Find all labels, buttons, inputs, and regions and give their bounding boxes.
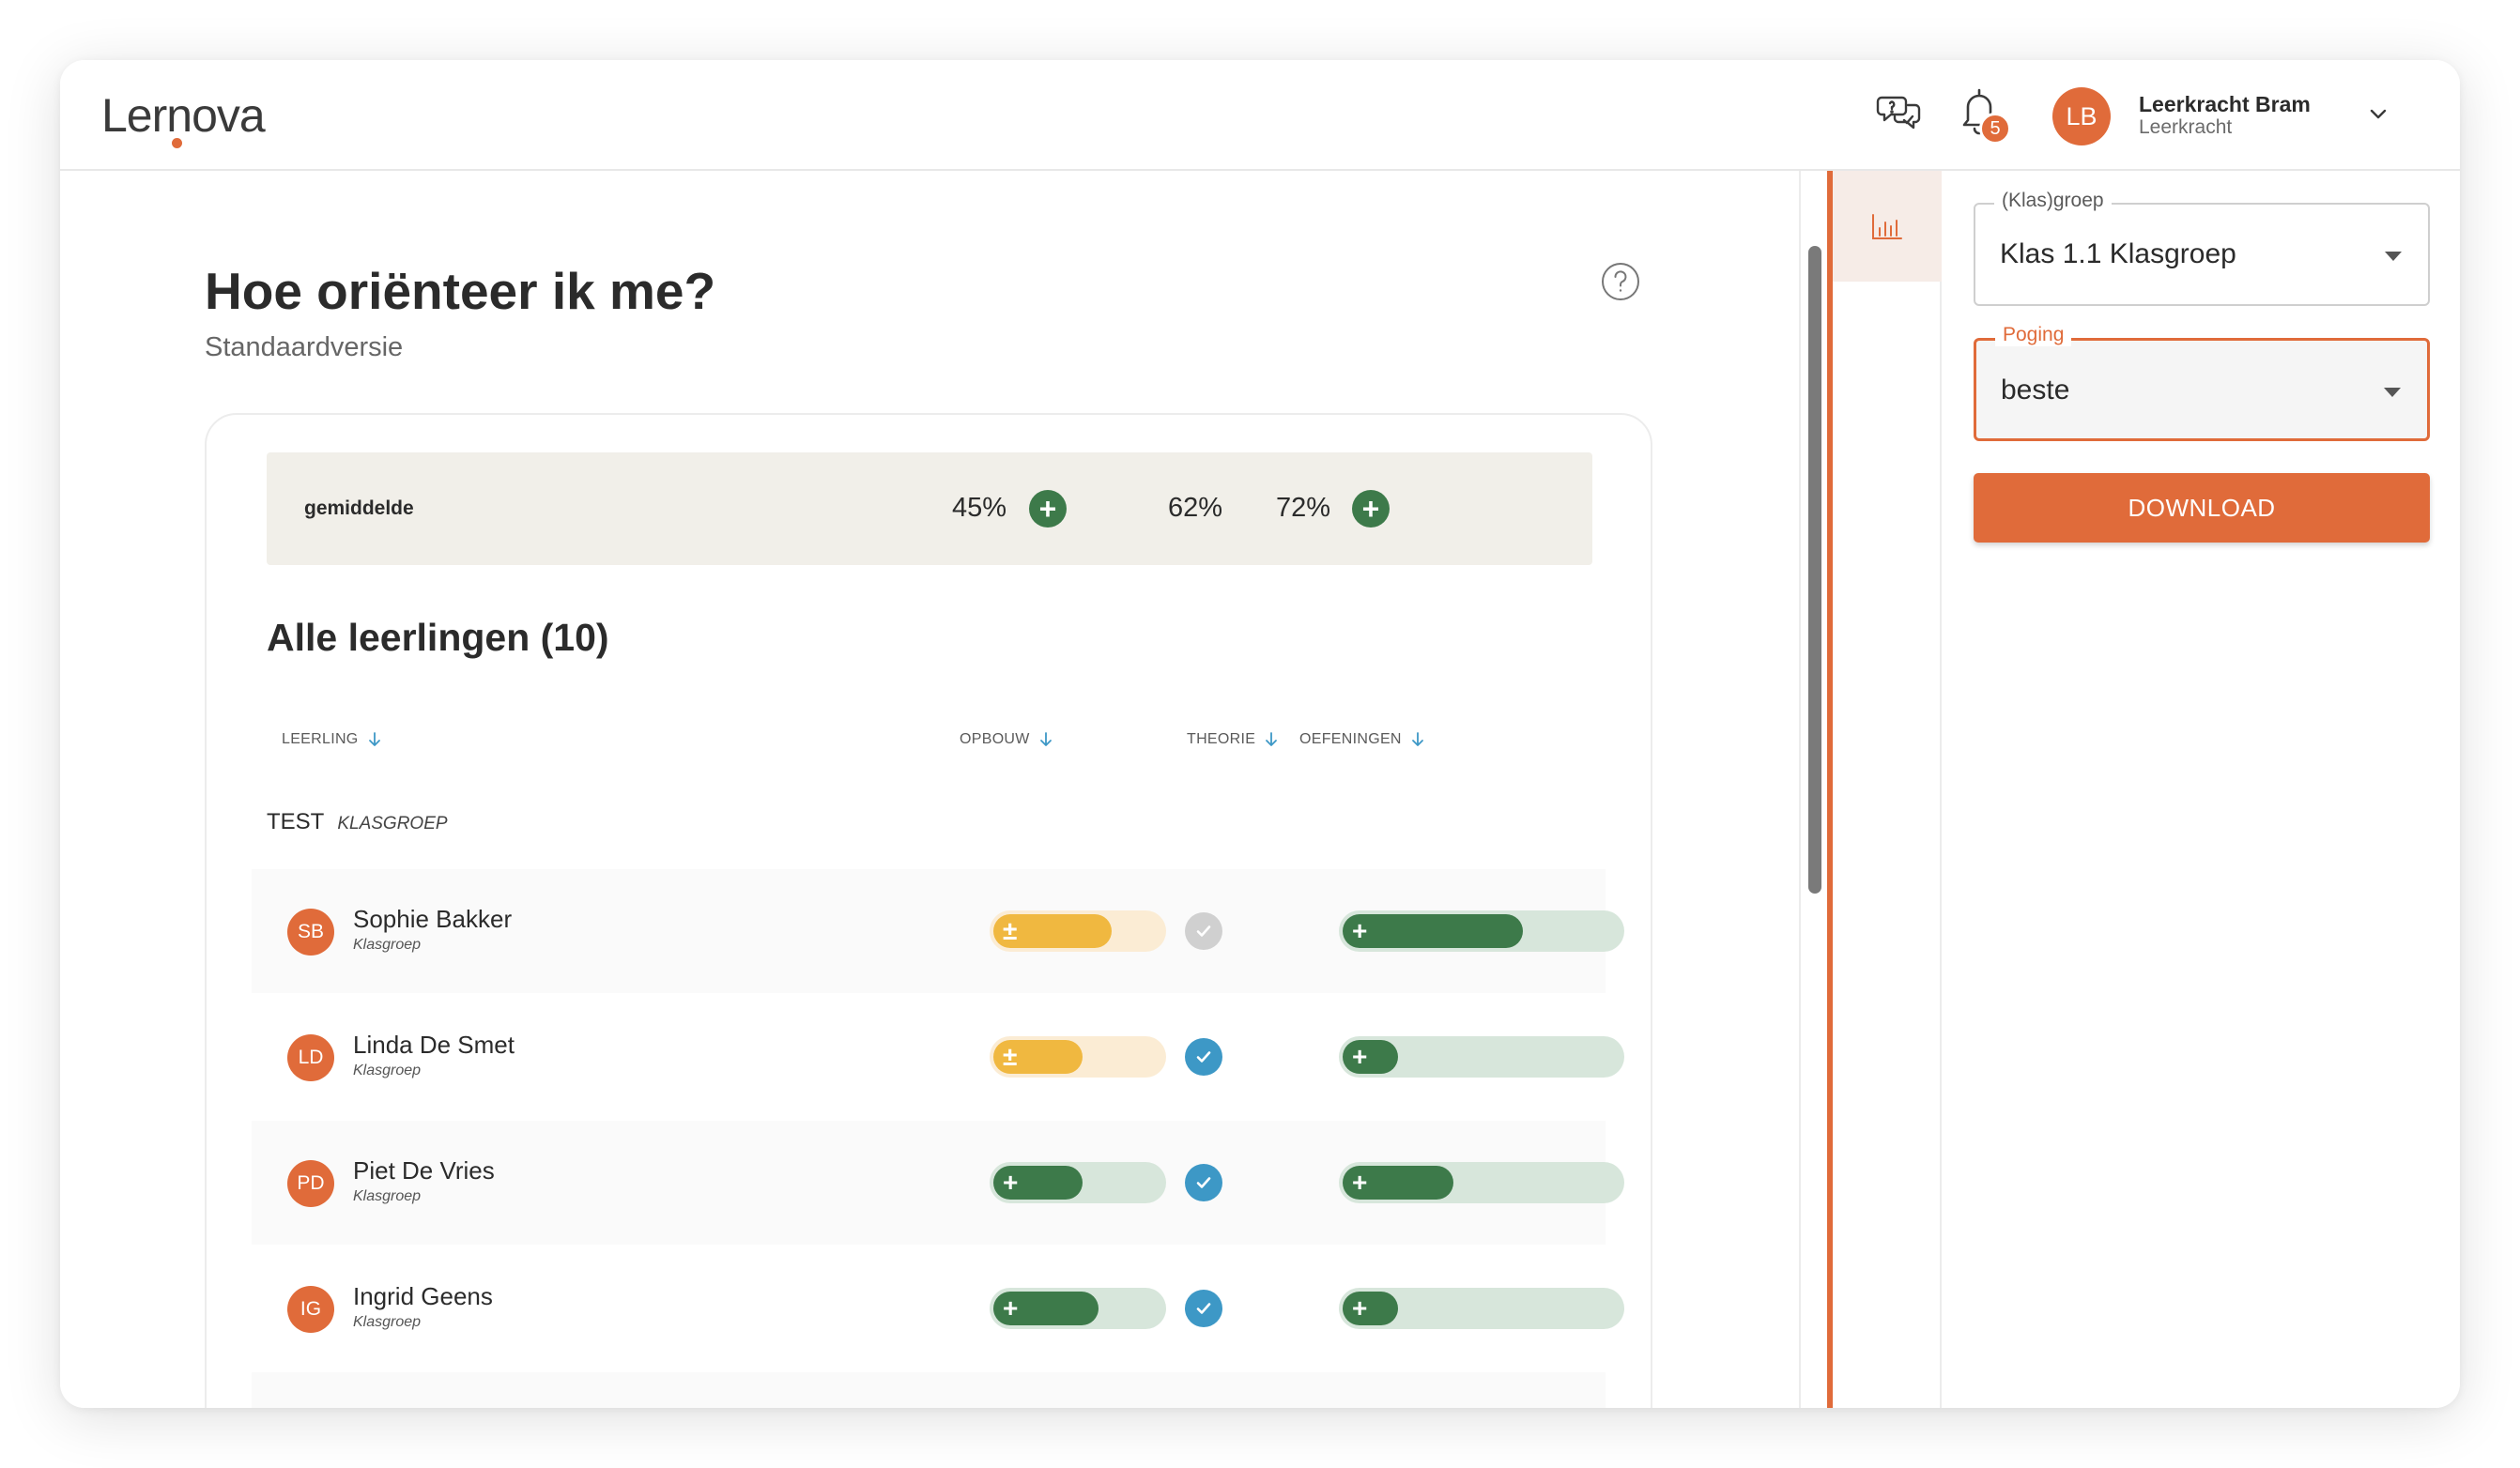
avatar: SB bbox=[287, 909, 334, 956]
sort-arrow-icon bbox=[368, 732, 380, 746]
average-oefeningen: 72% bbox=[1276, 493, 1331, 523]
progress-fill bbox=[1343, 914, 1523, 948]
progress-symbol: + bbox=[1003, 1293, 1019, 1323]
oefeningen-progress: + bbox=[1339, 1036, 1624, 1078]
theorie-status bbox=[1185, 1038, 1222, 1076]
app-logo[interactable]: Lernova bbox=[101, 88, 266, 148]
column-header-theorie[interactable]: THEORIE bbox=[1187, 730, 1280, 749]
klasgroep-value: Klas 1.1 Klasgroep bbox=[2000, 238, 2236, 269]
sort-arrow-icon bbox=[1411, 732, 1423, 746]
average-label: gemiddelde bbox=[304, 497, 414, 519]
user-name: Leerkracht Bram bbox=[2139, 92, 2311, 116]
filter-panel: (Klas)groep Klas 1.1 Klasgroep Poging be… bbox=[1944, 171, 2460, 1408]
student-group: Klasgroep bbox=[353, 1314, 422, 1330]
average-opbouw: 45% bbox=[952, 493, 1007, 523]
poging-label: Poging bbox=[1995, 324, 2072, 346]
students-section-title: Alle leerlingen (10) bbox=[267, 616, 609, 659]
progress-symbol: + bbox=[1003, 1168, 1019, 1197]
student-name[interactable]: Linda De Smet bbox=[353, 1031, 515, 1060]
table-row[interactable] bbox=[252, 1372, 1606, 1408]
table-row[interactable]: IG Ingrid Geens Klasgroep + + bbox=[252, 1246, 1624, 1370]
average-theorie: 62% bbox=[1168, 493, 1223, 523]
average-summary: gemiddelde 45% + 62% 72% + bbox=[267, 452, 1592, 565]
progress-symbol: + bbox=[1352, 916, 1368, 945]
oefeningen-progress: + bbox=[1339, 910, 1624, 952]
bar-chart-icon bbox=[1872, 214, 1902, 239]
column-header-opbouw[interactable]: OPBOUW bbox=[960, 730, 1054, 749]
opbouw-progress: + bbox=[990, 1162, 1166, 1203]
progress-symbol: + bbox=[1352, 1293, 1368, 1323]
table-row[interactable]: LD Linda De Smet Klasgroep ± + bbox=[252, 995, 1624, 1119]
klasgroep-select[interactable]: (Klas)groep Klas 1.1 Klasgroep bbox=[1974, 190, 2430, 306]
plus-badge: + bbox=[1352, 490, 1390, 528]
theorie-status bbox=[1185, 1290, 1222, 1327]
check-icon bbox=[1196, 1177, 1211, 1188]
oefeningen-progress: + bbox=[1339, 1162, 1624, 1203]
sort-arrow-icon bbox=[1266, 732, 1278, 746]
check-icon bbox=[1196, 925, 1211, 937]
student-name[interactable]: Piet De Vries bbox=[353, 1156, 495, 1185]
user-role: Leerkracht bbox=[2139, 116, 2233, 138]
page-title: Hoe oriënteer ik me? bbox=[205, 262, 716, 320]
progress-symbol: ± bbox=[1003, 916, 1018, 945]
poging-value: beste bbox=[2001, 375, 2070, 405]
oefeningen-progress: + bbox=[1339, 1288, 1624, 1329]
student-name[interactable]: Ingrid Geens bbox=[353, 1282, 493, 1311]
column-header-oefeningen[interactable]: OEFENINGEN bbox=[1299, 730, 1426, 749]
theorie-status bbox=[1185, 1164, 1222, 1201]
app-window: Lernova 5 LB Leerkracht Bram Leerkracht … bbox=[60, 60, 2460, 1408]
student-group: Klasgroep bbox=[353, 937, 422, 953]
check-icon bbox=[1196, 1051, 1211, 1063]
table-row[interactable]: SB Sophie Bakker Klasgroep ± + bbox=[252, 869, 1624, 993]
results-card: gemiddelde 45% + 62% 72% + Alle leerling… bbox=[205, 413, 1652, 1408]
column-header-leerling[interactable]: LEERLING bbox=[282, 730, 383, 749]
main-content: Hoe oriënteer ik me? Standaardversie gem… bbox=[60, 171, 1795, 1408]
avatar: PD bbox=[287, 1160, 334, 1207]
progress-symbol: + bbox=[1352, 1168, 1368, 1197]
main-scrollbar[interactable] bbox=[1799, 171, 1827, 1408]
side-rail bbox=[1827, 171, 1942, 1408]
help-icon[interactable] bbox=[1600, 261, 1641, 302]
plus-badge: + bbox=[1029, 490, 1067, 528]
table-row[interactable]: PD Piet De Vries Klasgroep + + bbox=[252, 1121, 1624, 1245]
chevron-down-icon[interactable] bbox=[2364, 99, 2392, 128]
avatar: LD bbox=[287, 1034, 334, 1081]
caret-down-icon bbox=[2385, 252, 2402, 261]
progress-fill bbox=[1343, 1040, 1398, 1074]
student-name[interactable]: Sophie Bakker bbox=[353, 905, 512, 934]
download-button[interactable]: DOWNLOAD bbox=[1974, 473, 2430, 543]
opbouw-progress: ± bbox=[990, 1036, 1166, 1078]
poging-select[interactable]: Poging beste bbox=[1974, 324, 2430, 441]
user-avatar[interactable]: LB bbox=[2052, 87, 2111, 145]
chat-icon[interactable] bbox=[1876, 88, 1925, 137]
notification-badge: 5 bbox=[1979, 113, 2011, 145]
klasgroep-label: (Klas)groep bbox=[1994, 190, 2112, 212]
top-bar: Lernova 5 LB Leerkracht Bram Leerkracht bbox=[60, 60, 2460, 171]
progress-symbol: + bbox=[1352, 1042, 1368, 1071]
rail-tab-statistics[interactable] bbox=[1833, 171, 1942, 282]
sort-arrow-icon bbox=[1039, 732, 1052, 746]
progress-fill bbox=[1343, 1292, 1398, 1325]
group-heading: TEST KLASGROEP bbox=[267, 809, 448, 834]
student-group: Klasgroep bbox=[353, 1188, 422, 1204]
student-group: Klasgroep bbox=[353, 1063, 422, 1078]
opbouw-progress: ± bbox=[990, 910, 1166, 952]
check-icon bbox=[1196, 1303, 1211, 1314]
page-subtitle: Standaardversie bbox=[205, 332, 404, 362]
theorie-status bbox=[1185, 912, 1222, 950]
avatar: IG bbox=[287, 1286, 334, 1333]
caret-down-icon bbox=[2384, 388, 2401, 397]
scrollbar-thumb[interactable] bbox=[1808, 246, 1821, 894]
progress-symbol: ± bbox=[1003, 1042, 1018, 1071]
opbouw-progress: + bbox=[990, 1288, 1166, 1329]
